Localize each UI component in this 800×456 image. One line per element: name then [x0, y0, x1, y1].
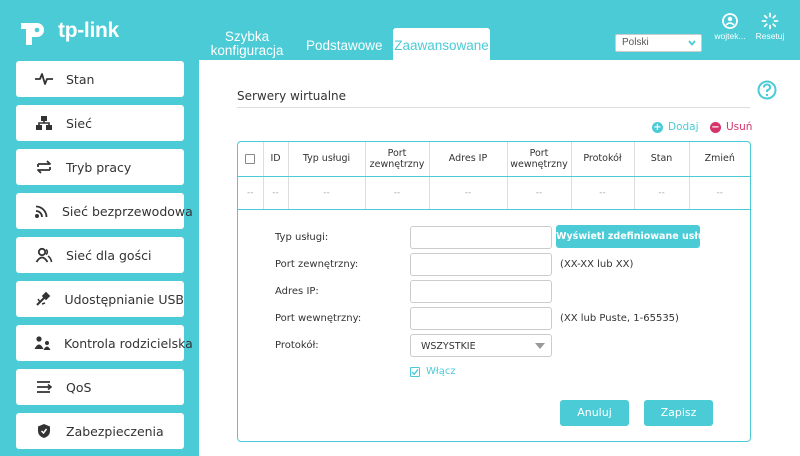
select-all-checkbox[interactable] — [245, 153, 256, 164]
column-header-status: Stan — [634, 142, 690, 177]
shield-icon — [34, 423, 54, 439]
column-header-modify: Zmień — [689, 142, 750, 177]
logo-text: tp-link — [58, 19, 119, 42]
guests-icon — [34, 247, 54, 263]
table-cell: -- — [238, 176, 264, 210]
internal-port-label: Port wewnętrzny: — [275, 313, 362, 324]
table-header-row: ID Typ usługi Port zewnętrzny Adres IP P… — [238, 142, 750, 177]
tab-quick-setup-line2: konfiguracja — [210, 43, 284, 58]
protocol-select[interactable]: WSZYSTKIE — [410, 334, 552, 357]
column-header-ip: Adres IP — [429, 142, 508, 177]
protocol-value: WSZYSTKIE — [421, 341, 476, 352]
parental-icon — [34, 335, 52, 351]
save-button[interactable]: Zapisz — [644, 400, 713, 426]
user-refresh-icon — [722, 13, 738, 29]
reset-button[interactable]: Resetuj — [752, 12, 788, 41]
sidebar-item-wireless[interactable]: Sieć bezprzewodowa — [16, 193, 193, 229]
user-button[interactable]: wojtek... — [707, 12, 753, 41]
mode-switch-icon — [34, 159, 54, 175]
sidebar-item-usb-sharing[interactable]: Udostępnianie USB — [16, 281, 184, 317]
service-type-input[interactable] — [410, 226, 552, 249]
column-header-service-type: Typ usługi — [288, 142, 366, 177]
section-divider — [237, 107, 750, 108]
tab-quick-setup[interactable]: Szybka konfiguracja — [209, 30, 285, 58]
column-header-protocol: Protokół — [571, 142, 635, 177]
network-icon — [34, 115, 54, 131]
checkmark-icon — [410, 366, 420, 377]
table-cell: -- — [365, 176, 430, 210]
enable-checkbox[interactable]: Włącz — [410, 366, 456, 377]
sidebar-item-guest-network[interactable]: Sieć dla gości — [16, 237, 184, 273]
sidebar-item-label: Tryb pracy — [66, 159, 132, 175]
cancel-button[interactable]: Anuluj — [560, 400, 629, 426]
reset-spinner-icon — [761, 12, 779, 30]
sidebar-item-label: Sieć bezprzewodowa — [62, 203, 193, 219]
ip-address-input[interactable] — [410, 280, 552, 303]
minus-icon: − — [710, 121, 721, 133]
sidebar-item-label: Kontrola rodzicielska — [64, 335, 193, 351]
tp-link-logo: tp-link — [18, 14, 119, 48]
caret-down-icon — [535, 343, 545, 349]
internal-port-hint: (XX lub Puste, 1-65535) — [560, 313, 679, 324]
table-cell: -- — [263, 176, 289, 210]
external-port-label: Port zewnętrzny: — [275, 259, 359, 270]
tp-link-logo-icon — [21, 23, 44, 45]
column-header-internal-port: Port wewnętrzny — [507, 142, 572, 177]
language-select[interactable]: Polski — [615, 34, 702, 52]
table-row: -- -- -- -- -- -- -- -- -- — [238, 176, 750, 210]
delete-button[interactable]: − Usuń — [710, 121, 752, 133]
plus-icon: + — [652, 121, 663, 133]
sidebar-item-parental-control[interactable]: Kontrola rodzicielska — [16, 325, 193, 361]
external-port-hint: (XX-XX lub XX) — [560, 259, 634, 270]
sidebar-item-label: QoS — [66, 379, 92, 395]
help-button[interactable] — [757, 80, 777, 104]
service-type-label: Typ usługi: — [275, 232, 329, 243]
tab-quick-setup-line1: Szybka — [224, 29, 270, 44]
internal-port-input[interactable] — [410, 307, 552, 330]
delete-label: Usuń — [726, 121, 753, 133]
ip-address-label: Adres IP: — [275, 286, 319, 297]
table-cell: -- — [634, 176, 690, 210]
add-label: Dodaj — [668, 121, 699, 133]
table-cell: -- — [689, 176, 750, 210]
external-port-input[interactable] — [410, 253, 552, 276]
virtual-servers-table: ID Typ usługi Port zewnętrzny Adres IP P… — [238, 142, 750, 210]
sidebar-item-label: Sieć dla gości — [66, 247, 152, 263]
sidebar-item-label: Sieć — [66, 115, 92, 131]
sidebar-item-network[interactable]: Sieć — [16, 105, 184, 141]
column-header-external-port: Port zewnętrzny — [365, 142, 430, 177]
select-all-header — [238, 142, 264, 177]
usb-icon — [34, 291, 52, 307]
column-header-id: ID — [263, 142, 289, 177]
sidebar-item-status[interactable]: Stan — [16, 61, 184, 97]
add-button[interactable]: + Dodaj — [652, 121, 699, 133]
reset-label: Resetuj — [755, 31, 785, 41]
protocol-label: Protokół: — [275, 340, 319, 351]
enable-label: Włącz — [426, 366, 456, 377]
sidebar-item-label: Stan — [66, 71, 95, 87]
sidebar-item-security[interactable]: Zabezpieczenia — [16, 413, 184, 449]
pulse-icon — [34, 71, 54, 87]
tab-advanced[interactable]: Zaawansowane — [393, 28, 490, 60]
sidebar-item-label: Zabezpieczenia — [66, 423, 164, 439]
language-value: Polski — [622, 37, 649, 48]
table-cell: -- — [288, 176, 366, 210]
question-icon — [757, 80, 777, 100]
chevron-down-icon — [688, 40, 696, 46]
sidebar-item-label: Udostępnianie USB — [64, 291, 184, 307]
section-title: Serwery wirtualne — [237, 89, 347, 103]
sidebar-item-qos[interactable]: QoS — [16, 369, 184, 405]
user-label: wojtek... — [714, 31, 746, 41]
tab-basic[interactable]: Podstawowe — [306, 38, 383, 53]
wifi-icon — [34, 203, 50, 219]
show-predefined-services-button[interactable]: Wyświetl zdefiniowane usługi — [556, 225, 715, 248]
table-cell: -- — [507, 176, 572, 210]
table-cell: -- — [571, 176, 635, 210]
sidebar-item-operation-mode[interactable]: Tryb pracy — [16, 149, 184, 185]
table-cell: -- — [429, 176, 508, 210]
qos-icon — [34, 379, 54, 395]
